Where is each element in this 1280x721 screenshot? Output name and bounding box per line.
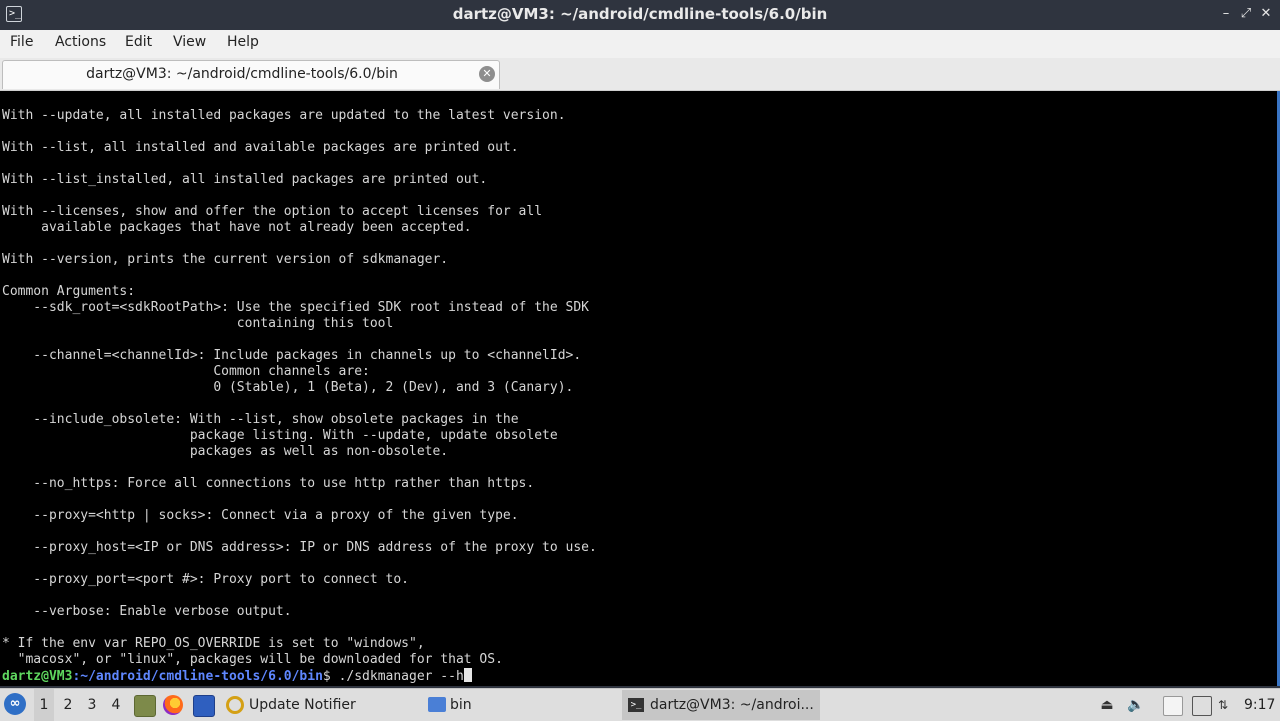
task-label: bin [450,697,472,713]
terminal-line: --proxy_host=<IP or DNS address>: IP or … [2,540,597,555]
workspace-3[interactable]: 3 [82,689,102,721]
task-files-bin[interactable]: bin [424,690,614,720]
terminal-line: --sdk_root=<sdkRootPath>: Use the specif… [2,300,589,315]
close-window-button[interactable]: ✕ [1256,4,1276,24]
terminal-line: * If the env var REPO_OS_OVERRIDE is set… [2,636,425,651]
command-input[interactable]: ./sdkmanager --h [339,669,464,684]
menu-view[interactable]: View [173,34,206,50]
clipboard-icon[interactable] [1163,696,1183,716]
terminal-line: "macosx", or "linux", packages will be d… [2,652,503,667]
workspace-2[interactable]: 2 [58,689,78,721]
file-manager-icon[interactable] [193,695,215,717]
terminal-line: With --list, all installed and available… [2,140,519,155]
close-tab-icon[interactable]: ✕ [479,66,495,82]
terminal-icon: >_ [628,698,644,712]
menu-edit[interactable]: Edit [125,34,152,50]
folder-icon [428,697,446,712]
window-titlebar[interactable]: >_ dartz@VM3: ~/android/cmdline-tools/6.… [0,0,1280,30]
task-update-notifier[interactable]: Update Notifier [222,690,418,720]
minimize-button[interactable]: – [1216,4,1236,24]
terminal-line: 0 (Stable), 1 (Beta), 2 (Dev), and 3 (Ca… [2,380,574,395]
prompt-line[interactable]: dartz@VM3:~/android/cmdline-tools/6.0/bi… [2,668,597,684]
workspace-1[interactable]: 1 [34,689,54,721]
terminal-line: --no_https: Force all connections to use… [2,476,535,491]
task-terminal[interactable]: >_ dartz@VM3: ~/androi... [622,690,820,720]
menu-file[interactable]: File [10,34,33,50]
terminal-line: --proxy=<http | socks>: Connect via a pr… [2,508,519,523]
terminal-line: packages as well as non-obsolete. [2,444,449,459]
terminal-line: --proxy_port=<port #>: Proxy port to con… [2,572,409,587]
clock[interactable]: 9:17 [1244,689,1275,721]
terminal-text: With --update, all installed packages ar… [2,108,597,684]
terminal-output[interactable]: With --update, all installed packages ar… [0,91,1280,686]
terminal-line: With --version, prints the current versi… [2,252,449,267]
firefox-icon[interactable] [163,695,183,715]
volume-icon[interactable]: 🔈 [1127,696,1145,714]
terminal-line: Common channels are: [2,364,370,379]
network-icon[interactable]: ⇅ [1214,696,1232,714]
terminal-tab[interactable]: dartz@VM3: ~/android/cmdline-tools/6.0/b… [2,60,500,89]
terminal-line: With --update, all installed packages ar… [2,108,566,123]
task-label: dartz@VM3: ~/androi... [650,697,814,713]
tab-bar: dartz@VM3: ~/android/cmdline-tools/6.0/b… [0,58,1280,91]
terminal-line: Common Arguments: [2,284,136,299]
terminal-line: package listing. With --update, update o… [2,428,558,443]
text-cursor [463,668,472,682]
window-title: dartz@VM3: ~/android/cmdline-tools/6.0/b… [452,5,828,23]
terminal-line: With --list_installed, all installed pac… [2,172,488,187]
menu-help[interactable]: Help [227,34,259,50]
eject-icon[interactable]: ⏏ [1098,696,1116,714]
prompt-path: :~/android/cmdline-tools/6.0/bin [72,669,323,684]
menu-bar: File Actions Edit View Help [0,30,1280,59]
maximize-button[interactable]: ⤢ [1236,4,1256,24]
prompt-user: dartz@VM3 [2,669,73,684]
terminal-line: --channel=<channelId>: Include packages … [2,348,582,363]
update-notifier-icon [226,696,244,714]
start-menu-icon[interactable]: ∞ [4,693,26,715]
menu-actions[interactable]: Actions [55,34,106,50]
terminal-line: --verbose: Enable verbose output. [2,604,292,619]
terminal-line: --include_obsolete: With --list, show ob… [2,412,519,427]
display-icon[interactable] [1192,696,1212,716]
task-label: Update Notifier [249,697,356,713]
taskbar: ∞ 1 2 3 4 Update Notifier bin >_ dartz@V… [0,688,1280,721]
tab-label: dartz@VM3: ~/android/cmdline-tools/6.0/b… [86,66,398,82]
terminal-line: containing this tool [2,316,394,331]
terminal-line: With --licenses, show and offer the opti… [2,204,543,219]
prompt-symbol: $ [322,669,339,684]
show-desktop-icon[interactable] [134,695,156,717]
terminal-line: available packages that have not already… [2,220,472,235]
workspace-4[interactable]: 4 [106,689,126,721]
